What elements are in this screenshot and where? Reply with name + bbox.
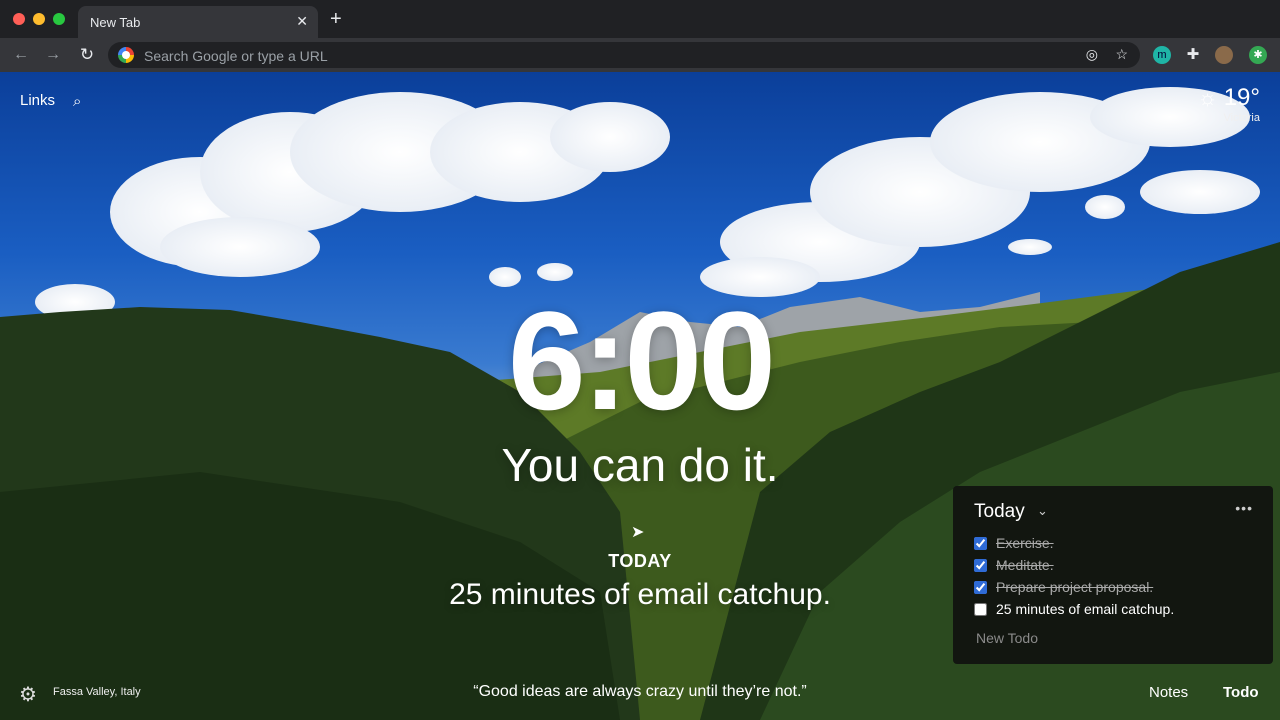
profile-avatar[interactable] — [1215, 46, 1233, 64]
window-minimize-button[interactable] — [33, 13, 45, 25]
momentum-extension-icon[interactable]: m — [1153, 46, 1171, 64]
todo-checkbox[interactable] — [974, 602, 987, 616]
window-maximize-button[interactable] — [53, 13, 65, 25]
todo-item: Prepare project proposal. — [974, 576, 1174, 598]
forward-arrow-icon[interactable]: → — [42, 44, 64, 66]
todo-item: Meditate. — [974, 554, 1174, 576]
todo-list: Exercise. Meditate. Prepare project prop… — [974, 532, 1174, 620]
todo-list-title[interactable]: Today — [974, 501, 1025, 523]
google-lens-icon[interactable]: ◎ — [1086, 46, 1098, 63]
weather-widget[interactable]: ☼ 19° Victoria — [1198, 84, 1260, 124]
search-icon[interactable]: ⌕ — [73, 93, 81, 110]
todo-checkbox[interactable] — [974, 580, 987, 594]
links-button[interactable]: Links — [20, 92, 55, 109]
tab-title: New Tab — [90, 15, 141, 30]
weather-temperature: 19° — [1223, 84, 1260, 111]
todo-item-text[interactable]: Prepare project proposal. — [996, 579, 1153, 595]
todo-checkbox[interactable] — [974, 558, 987, 572]
chevron-down-icon[interactable]: ⌄ — [1037, 503, 1048, 519]
tab-new-tab[interactable]: New Tab ✕ — [78, 6, 318, 38]
todo-checkbox[interactable] — [974, 536, 987, 550]
quote-text[interactable]: “Good ideas are always crazy until they’… — [0, 683, 1280, 701]
browser-toolbar: ← → ↻ ◎ ☆ m ✚ ✱ — [0, 38, 1280, 72]
address-bar-input[interactable] — [142, 42, 1046, 70]
title-bar: New Tab ✕ + — [0, 0, 1280, 38]
extensions-puzzle-icon[interactable]: ✚ — [1184, 46, 1202, 64]
todo-item: Exercise. — [974, 532, 1174, 554]
todo-panel: Today ⌄ ••• Exercise. Meditate. Prepare … — [953, 486, 1273, 664]
weather-location: Victoria — [1223, 112, 1260, 124]
new-tab-button[interactable]: + — [330, 8, 342, 31]
window-close-button[interactable] — [13, 13, 25, 25]
weather-temperature-row: ☼ 19° — [1198, 84, 1260, 112]
reload-icon[interactable]: ↻ — [76, 44, 98, 66]
mouse-cursor-icon: ➤ — [631, 524, 645, 541]
back-arrow-icon[interactable]: ← — [10, 44, 32, 66]
notes-button[interactable]: Notes — [1149, 684, 1188, 701]
todo-item: 25 minutes of email catchup. — [974, 598, 1174, 620]
more-options-icon[interactable]: ••• — [1235, 500, 1253, 516]
clock: 6:00 — [507, 282, 776, 439]
todo-button[interactable]: Todo — [1223, 684, 1259, 701]
new-todo-input[interactable] — [974, 629, 1248, 647]
omnibox[interactable]: ◎ ☆ — [108, 42, 1140, 70]
tab-close-icon[interactable]: ✕ — [296, 13, 308, 30]
todo-item-text[interactable]: 25 minutes of email catchup. — [996, 601, 1174, 617]
todo-item-text[interactable]: Exercise. — [996, 535, 1054, 551]
google-logo-icon — [118, 47, 134, 63]
todo-item-text[interactable]: Meditate. — [996, 557, 1054, 573]
sun-icon: ☼ — [1197, 85, 1218, 110]
bookmark-star-icon[interactable]: ☆ — [1115, 46, 1128, 63]
mantra-text: You can do it. — [501, 439, 779, 491]
extension-green-icon[interactable]: ✱ — [1249, 46, 1267, 64]
